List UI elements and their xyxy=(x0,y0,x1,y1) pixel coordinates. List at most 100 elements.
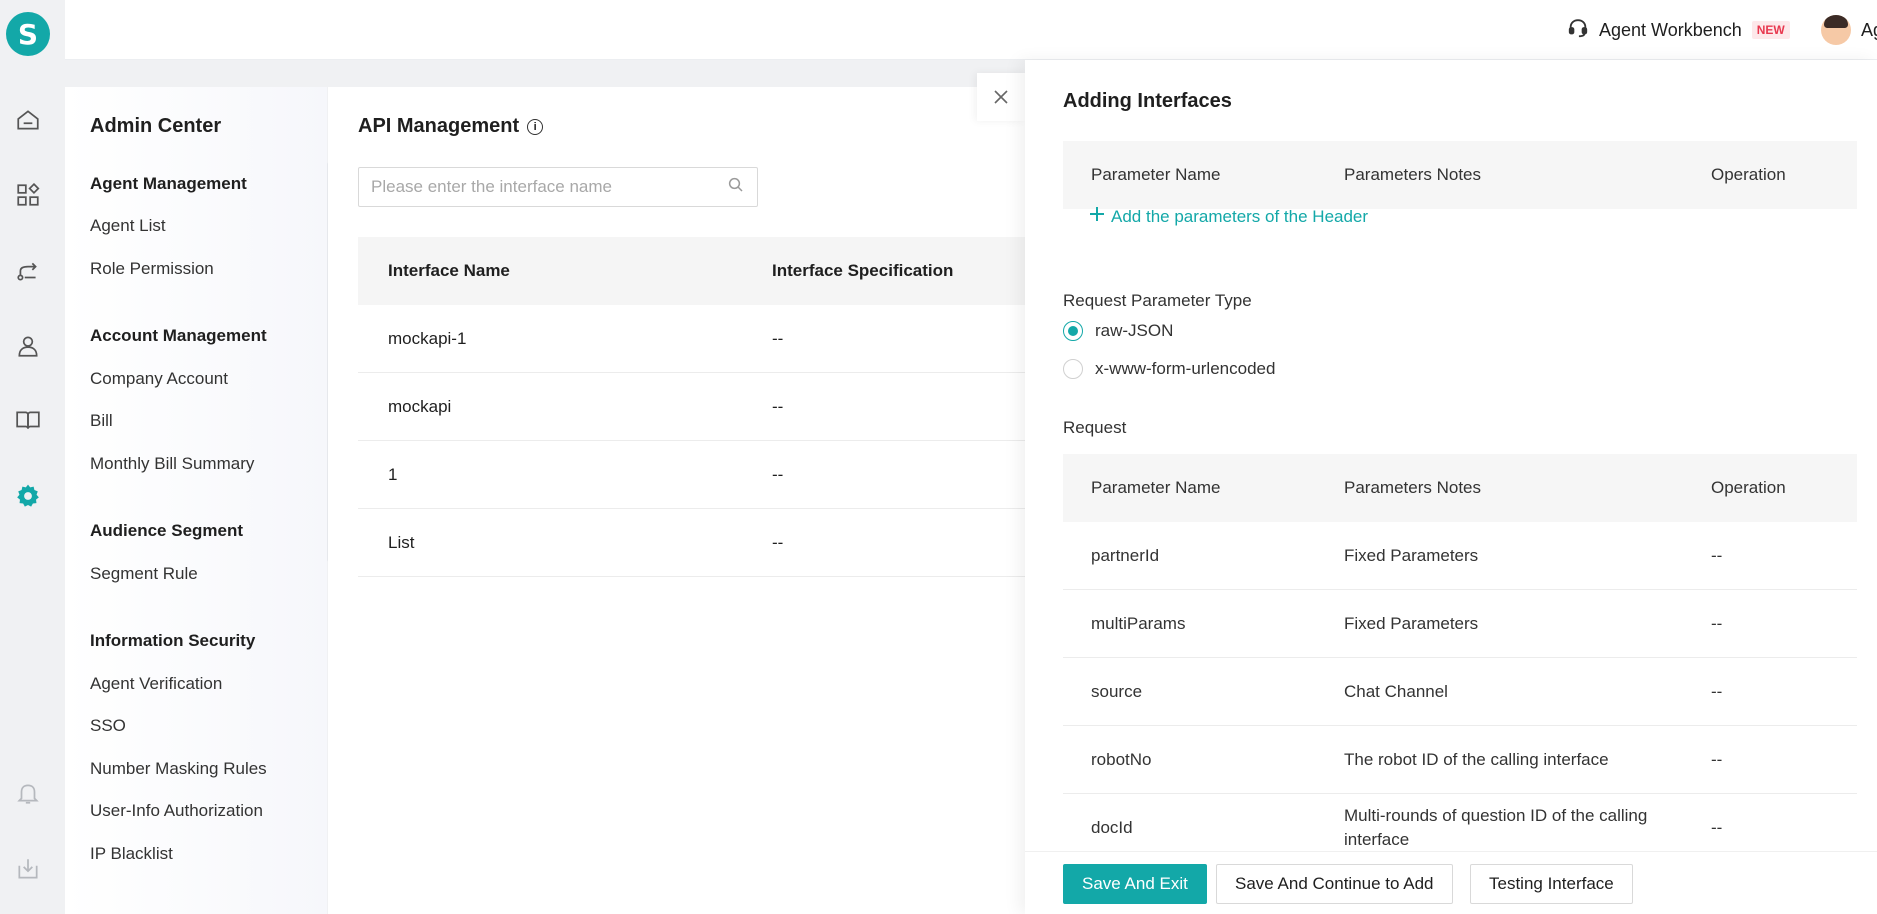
sidebar-item-user-info-authorization[interactable]: User-Info Authorization xyxy=(90,801,263,821)
users-icon[interactable] xyxy=(14,332,42,360)
table-header: Parameter Name Parameters Notes Operatio… xyxy=(1063,454,1857,522)
cell-parameter-notes: Fixed Parameters xyxy=(1344,613,1479,633)
cell-interface-name: List xyxy=(388,532,415,552)
column-header-operation: Operation xyxy=(1711,478,1786,497)
sidebar-item-role-permission[interactable]: Role Permission xyxy=(90,259,214,279)
table-row[interactable]: 1 -- xyxy=(358,441,1028,509)
table-row: partnerId Fixed Parameters -- xyxy=(1063,522,1857,590)
group-heading-account-management: Account Management xyxy=(90,326,267,345)
close-drawer-button[interactable] xyxy=(977,73,1025,121)
user-menu[interactable]: Agent xyxy=(1821,14,1877,46)
radio-button-checked[interactable] xyxy=(1063,321,1083,341)
page-title: API Management i xyxy=(358,115,544,138)
column-header-parameters-notes: Parameters Notes xyxy=(1344,165,1481,185)
cell-parameter-name: multiParams xyxy=(1091,613,1186,633)
search-input[interactable] xyxy=(371,177,727,197)
adding-interfaces-drawer: Adding Interfaces Parameter Name Paramet… xyxy=(1025,60,1877,914)
table-header: Interface Name Interface Specification xyxy=(358,237,1028,305)
nav-rail: S xyxy=(0,0,65,914)
cell-operation: -- xyxy=(1711,681,1723,701)
sidebar-item-agent-verification[interactable]: Agent Verification xyxy=(90,674,222,694)
radio-raw-json[interactable]: raw-JSON xyxy=(1063,321,1173,341)
plus-icon xyxy=(1089,206,1105,227)
cell-interface-name: mockapi-1 xyxy=(388,328,467,348)
settings-gear-icon[interactable] xyxy=(14,482,42,510)
header-params-table: Parameter Name Parameters Notes Operatio… xyxy=(1063,141,1857,209)
cell-operation: -- xyxy=(1711,818,1723,837)
table-row[interactable]: mockapi -- xyxy=(358,373,1028,441)
column-header-interface-name: Interface Name xyxy=(388,261,510,280)
info-icon[interactable]: i xyxy=(527,118,544,135)
table-row: multiParams Fixed Parameters -- xyxy=(1063,590,1857,658)
search-box xyxy=(358,167,758,207)
sidebar-item-sso[interactable]: SSO xyxy=(90,716,126,736)
table-header: Parameter Name Parameters Notes Operatio… xyxy=(1063,141,1857,209)
cell-interface-name: 1 xyxy=(388,464,398,484)
avatar xyxy=(1821,15,1851,45)
sidebar-item-company-account[interactable]: Company Account xyxy=(90,369,228,389)
group-heading-information-security: Information Security xyxy=(90,631,256,650)
headset-icon xyxy=(1567,17,1589,44)
cell-operation: -- xyxy=(1711,749,1723,769)
user-name: Agent xyxy=(1861,19,1877,40)
cell-parameter-notes: The robot ID of the calling interface xyxy=(1344,749,1609,769)
column-header-operation: Operation xyxy=(1711,165,1786,184)
cell-parameter-name: partnerId xyxy=(1091,545,1160,565)
group-heading-agent-management: Agent Management xyxy=(90,174,247,193)
table-row: source Chat Channel -- xyxy=(1063,658,1857,726)
apps-icon[interactable] xyxy=(14,181,42,209)
request-params-table: Parameter Name Parameters Notes Operatio… xyxy=(1063,454,1857,862)
cell-interface-specification: -- xyxy=(772,328,784,348)
routing-icon[interactable] xyxy=(14,257,42,285)
column-header-interface-specification: Interface Specification xyxy=(772,261,954,280)
cell-parameter-name: robotNo xyxy=(1091,749,1152,769)
interface-table: Interface Name Interface Specification m… xyxy=(358,237,1028,577)
drawer-footer: Save And Exit Save And Continue to Add T… xyxy=(1025,851,1877,914)
cell-parameter-name: docId xyxy=(1091,818,1133,837)
save-and-exit-button[interactable]: Save And Exit xyxy=(1063,864,1207,904)
search-icon[interactable] xyxy=(727,176,745,199)
add-header-parameter-label: Add the parameters of the Header xyxy=(1111,206,1369,226)
admin-title: Admin Center xyxy=(90,115,222,137)
cell-parameter-name: source xyxy=(1091,681,1143,701)
drawer-title: Adding Interfaces xyxy=(1063,90,1232,112)
request-label: Request xyxy=(1063,418,1127,437)
cell-parameter-notes: Fixed Parameters xyxy=(1344,545,1479,565)
request-type-label: Request Parameter Type xyxy=(1063,291,1252,310)
new-badge: NEW xyxy=(1751,21,1790,39)
page-title-text: API Management xyxy=(358,115,520,137)
top-header: Agent Workbench NEW Agent xyxy=(65,0,1877,60)
radio-raw-json-label: raw-JSON xyxy=(1095,321,1174,340)
app-logo[interactable]: S xyxy=(6,12,50,56)
radio-button-unchecked[interactable] xyxy=(1063,359,1083,379)
main-content: API Management i Interface Name Interfac… xyxy=(328,87,1028,914)
home-icon[interactable] xyxy=(14,106,42,134)
cell-operation: -- xyxy=(1711,545,1723,565)
table-row[interactable]: mockapi-1 -- xyxy=(358,305,1028,373)
sidebar-item-segment-rule[interactable]: Segment Rule xyxy=(90,564,198,584)
sidebar-item-monthly-bill-summary[interactable]: Monthly Bill Summary xyxy=(90,454,254,474)
testing-interface-button[interactable]: Testing Interface xyxy=(1470,864,1633,904)
radio-form-urlencoded[interactable]: x-www-form-urlencoded xyxy=(1063,359,1275,379)
agent-workbench-link[interactable]: Agent Workbench NEW xyxy=(1567,16,1790,44)
close-icon xyxy=(994,90,1008,104)
save-and-continue-button[interactable]: Save And Continue to Add xyxy=(1216,864,1453,904)
sidebar-item-agent-list[interactable]: Agent List xyxy=(90,216,166,236)
sidebar-item-ip-blacklist[interactable]: IP Blacklist xyxy=(90,844,173,864)
cell-interface-specification: -- xyxy=(772,532,784,552)
sidebar-item-number-masking-rules[interactable]: Number Masking Rules xyxy=(90,759,267,779)
download-icon[interactable] xyxy=(14,855,42,883)
knowledge-book-icon[interactable] xyxy=(14,406,42,434)
group-heading-audience-segment: Audience Segment xyxy=(90,521,244,540)
radio-form-urlencoded-label: x-www-form-urlencoded xyxy=(1095,359,1276,378)
cell-parameter-notes: Chat Channel xyxy=(1344,681,1448,701)
table-row[interactable]: List -- xyxy=(358,509,1028,577)
workbench-label: Agent Workbench xyxy=(1599,19,1742,40)
logo-letter: S xyxy=(17,17,39,51)
column-header-parameter-name: Parameter Name xyxy=(1091,478,1221,497)
add-header-parameter-link[interactable]: Add the parameters of the Header xyxy=(1089,206,1368,227)
cell-operation: -- xyxy=(1711,613,1723,633)
sidebar-item-bill[interactable]: Bill xyxy=(90,411,113,431)
column-header-parameter-name: Parameter Name xyxy=(1091,165,1221,184)
notification-bell-icon[interactable] xyxy=(14,779,42,807)
